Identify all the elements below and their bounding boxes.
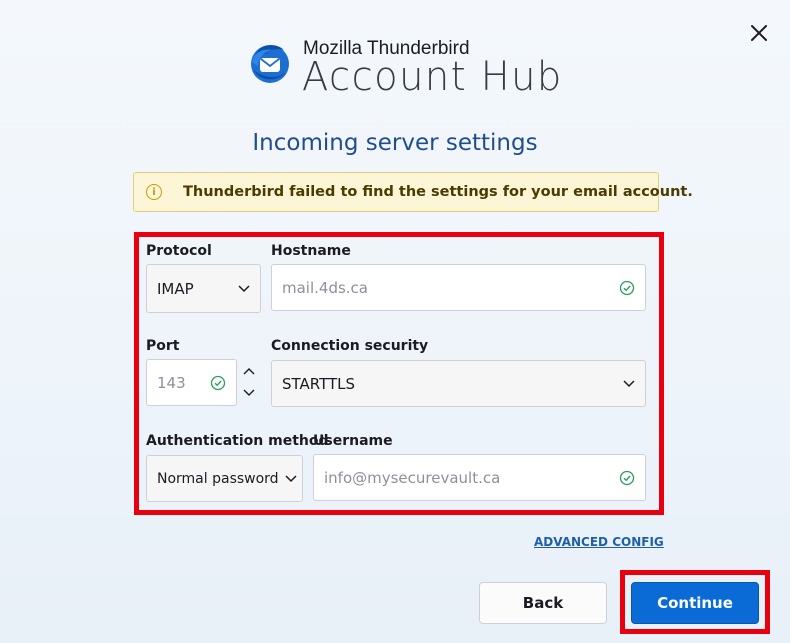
connection-security-value: STARTTLS: [282, 374, 356, 393]
close-button[interactable]: [746, 20, 772, 46]
chevron-down-icon: [238, 284, 250, 292]
chevron-down-icon: [243, 389, 255, 396]
auth-method-select[interactable]: Normal password: [146, 455, 303, 502]
hostname-value: mail.4ds.ca: [282, 278, 368, 297]
protocol-label: Protocol: [146, 243, 212, 259]
back-button[interactable]: Back: [479, 582, 607, 624]
info-icon: i: [146, 184, 162, 200]
port-label: Port: [146, 338, 180, 354]
brand-header: Mozilla Thunderbird Account Hub: [246, 36, 561, 104]
port-value: 143: [157, 373, 186, 392]
chevron-down-icon: [285, 474, 297, 482]
port-input[interactable]: 143: [146, 359, 237, 406]
brand-title: Account Hub: [302, 54, 563, 100]
username-value: info@mysecurevault.ca: [324, 468, 501, 487]
chevron-down-icon: [623, 379, 635, 387]
check-circle-icon: [619, 280, 635, 295]
protocol-select[interactable]: IMAP: [146, 264, 261, 313]
advanced-config-link[interactable]: ADVANCED CONFIG: [534, 535, 664, 549]
chevron-up-icon: [243, 368, 255, 375]
username-input[interactable]: info@mysecurevault.ca: [313, 454, 646, 501]
connection-security-select[interactable]: STARTTLS: [271, 360, 646, 407]
check-circle-icon: [619, 470, 635, 485]
port-decrement-button[interactable]: [238, 382, 260, 404]
port-increment-button[interactable]: [238, 360, 260, 382]
thunderbird-logo-icon: [251, 45, 289, 83]
warning-banner: i Thunderbird failed to find the setting…: [133, 172, 693, 212]
check-circle-icon: [210, 375, 226, 390]
username-label: Username: [313, 433, 393, 449]
continue-button[interactable]: Continue: [631, 582, 759, 624]
page-title: Incoming server settings: [252, 130, 538, 156]
hostname-label: Hostname: [271, 243, 351, 259]
hostname-input[interactable]: mail.4ds.ca: [271, 264, 646, 311]
close-icon: [751, 25, 767, 41]
auth-method-value: Normal password: [157, 470, 279, 487]
warning-text: Thunderbird failed to find the settings …: [183, 184, 693, 200]
connection-security-label: Connection security: [271, 338, 429, 354]
auth-method-label: Authentication method: [146, 433, 329, 449]
protocol-value: IMAP: [157, 279, 194, 298]
